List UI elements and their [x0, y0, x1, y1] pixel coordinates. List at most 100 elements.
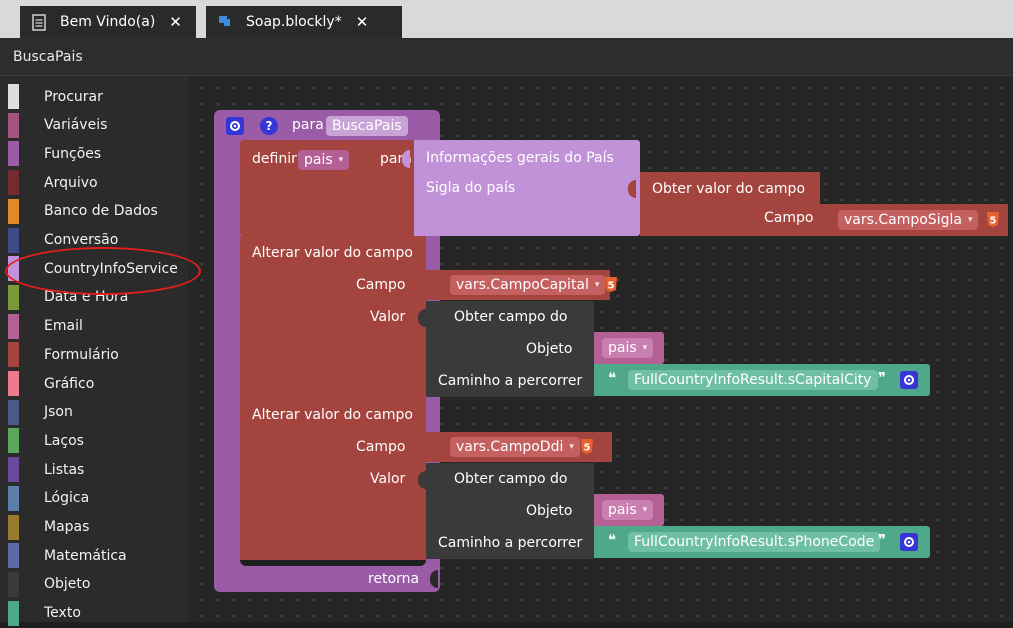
field-dropdown[interactable]: vars.CampoSigla ▾ [838, 210, 979, 230]
toolbox-category-texto[interactable]: Texto [0, 599, 188, 628]
toolbox-category-email[interactable]: Email [0, 312, 188, 341]
category-label: Funções [44, 145, 102, 162]
toolbox-category-matem-tica[interactable]: Matemática [0, 541, 188, 570]
text-block-capital[interactable]: ❝ FullCountryInfoResult.sCapitalCity ❞ [594, 364, 930, 396]
gear-icon[interactable] [226, 117, 244, 135]
valor-label: Valor [370, 309, 406, 325]
campo-ddi-block[interactable]: vars.CampoDdi ▾ 5 [426, 432, 612, 462]
block-connector [402, 150, 410, 168]
toolbox-category-convers-o[interactable]: Conversão [0, 226, 188, 255]
campo-capital-block[interactable]: vars.CampoCapital ▾ 5 [426, 270, 617, 300]
pais-variable-block-1[interactable]: pais ▾ [594, 332, 664, 364]
statement-end [240, 560, 426, 566]
pais-variable-block-2[interactable]: pais ▾ [594, 494, 664, 526]
close-quote-icon: ❞ [878, 369, 887, 387]
gear-icon[interactable] [900, 533, 918, 551]
puzzle-icon [216, 13, 234, 31]
category-color-swatch [8, 428, 19, 454]
toolbox-category-l-gica[interactable]: Lógica [0, 484, 188, 513]
html5-icon: 5 [580, 438, 594, 455]
close-icon[interactable]: ✕ [169, 13, 182, 31]
category-label: Laços [44, 432, 84, 449]
category-label: Gráfico [44, 375, 95, 392]
campo-label: Campo [356, 439, 406, 455]
toolbox-category-objeto[interactable]: Objeto [0, 570, 188, 599]
toolbox-category-gr-fico[interactable]: Gráfico [0, 369, 188, 398]
procedure-prefix: para [292, 117, 324, 133]
variable-dropdown[interactable]: pais ▾ [602, 338, 654, 358]
gear-icon[interactable] [900, 371, 918, 389]
path-text-field[interactable]: FullCountryInfoResult.sCapitalCity [628, 370, 878, 390]
toolbox-category-listas[interactable]: Listas [0, 455, 188, 484]
block-connector [418, 471, 426, 489]
toolbox-category-vari-veis[interactable]: Variáveis [0, 111, 188, 140]
field-name: vars.CampoDdi [456, 439, 564, 455]
toolbox-category-countryinfoservice[interactable]: CountryInfoService [0, 254, 188, 283]
category-color-swatch [8, 256, 19, 282]
set-field-value-block-2[interactable]: Alterar valor do campo Campo Valor [240, 398, 426, 560]
path-label: Caminho a percorrer [438, 535, 583, 551]
tab-label: Bem Vindo(a) [60, 14, 156, 30]
category-color-swatch [8, 514, 19, 540]
html5-icon: 5 [986, 211, 1000, 228]
category-label: Data e Hora [44, 289, 129, 306]
tab-bem-vindo[interactable]: Bem Vindo(a) ✕ [20, 6, 196, 38]
category-color-swatch [8, 371, 19, 396]
category-color-swatch [8, 457, 19, 483]
toolbox-category-procurar[interactable]: Procurar [0, 82, 188, 111]
campo-sigla-block[interactable]: vars.CampoSigla ▾ 5 [820, 204, 1008, 236]
text-block-phone[interactable]: ❝ FullCountryInfoResult.sPhoneCode ❞ [594, 526, 930, 558]
category-label: Variáveis [44, 117, 108, 134]
get-field-label: Obter campo do [454, 309, 568, 325]
category-label: Banco de Dados [44, 203, 158, 220]
variable-name: pais [304, 152, 333, 168]
field-name: vars.CampoSigla [844, 212, 962, 228]
campo-label: Campo [356, 277, 406, 293]
field-dropdown[interactable]: vars.CampoCapital ▾ [450, 275, 606, 295]
chevron-down-icon: ▾ [642, 505, 648, 515]
category-label: Matemática [44, 547, 127, 564]
breadcrumb: BuscaPais [0, 38, 1013, 76]
category-label: Email [44, 318, 83, 335]
field-dropdown[interactable]: vars.CampoDdi ▾ [450, 437, 580, 457]
chevron-down-icon: ▾ [642, 343, 648, 353]
set-variable-block[interactable]: definir pais ▾ para [240, 140, 426, 236]
valor-label: Valor [370, 471, 406, 487]
blockly-workspace[interactable]: ? para BuscaPais definir pais ▾ para Inf… [188, 76, 1013, 622]
toolbox-category-arquivo[interactable]: Arquivo [0, 168, 188, 197]
get-object-field-block-1[interactable]: Obter campo do Objeto Caminho a percorre… [418, 301, 594, 397]
toolbox-category-json[interactable]: Json [0, 398, 188, 427]
tab-soap-blockly[interactable]: Soap.blockly* ✕ [206, 6, 402, 38]
toolbox-category-mapas[interactable]: Mapas [0, 513, 188, 542]
tab-bar: Bem Vindo(a) ✕ Soap.blockly* ✕ [0, 0, 1013, 38]
toolbox-category-banco-de-dados[interactable]: Banco de Dados [0, 197, 188, 226]
chevron-down-icon: ▾ [569, 442, 574, 452]
variable-dropdown[interactable]: pais ▾ [298, 150, 350, 170]
help-icon[interactable]: ? [260, 117, 278, 135]
get-field-label: Obter campo do [454, 471, 568, 487]
category-color-swatch [8, 342, 19, 368]
set-field-value-block-1[interactable]: Alterar valor do campo Campo Valor [240, 236, 426, 398]
variable-dropdown[interactable]: pais ▾ [602, 500, 654, 520]
category-label: Objeto [44, 576, 91, 593]
get-field-value-block[interactable]: Obter valor do campo Campo [628, 172, 820, 236]
html5-icon: 5 [604, 276, 618, 293]
category-label: CountryInfoService [44, 260, 178, 277]
chevron-down-icon: ▾ [594, 280, 600, 290]
toolbox-category-formul-rio[interactable]: Formulário [0, 340, 188, 369]
toolbox-category-data-e-hora[interactable]: Data e Hora [0, 283, 188, 312]
breadcrumb-label: BuscaPais [13, 48, 83, 65]
close-icon[interactable]: ✕ [356, 13, 369, 31]
path-text-field[interactable]: FullCountryInfoResult.sPhoneCode [628, 532, 881, 552]
get-object-field-block-2[interactable]: Obter campo do Objeto Caminho a percorre… [418, 463, 594, 559]
toolbox-category-la-os[interactable]: Laços [0, 426, 188, 455]
open-quote-icon: ❝ [608, 369, 617, 387]
category-label: Procurar [44, 88, 103, 105]
block-connector [418, 309, 426, 327]
toolbox-category-fun-es[interactable]: Funções [0, 139, 188, 168]
objeto-label: Objeto [526, 503, 573, 519]
country-info-block[interactable]: Informações gerais do País Sigla do país [402, 140, 640, 236]
objeto-label: Objeto [526, 341, 573, 357]
procedure-name-field[interactable]: BuscaPais [326, 116, 408, 136]
campo-label: Campo [764, 210, 814, 226]
